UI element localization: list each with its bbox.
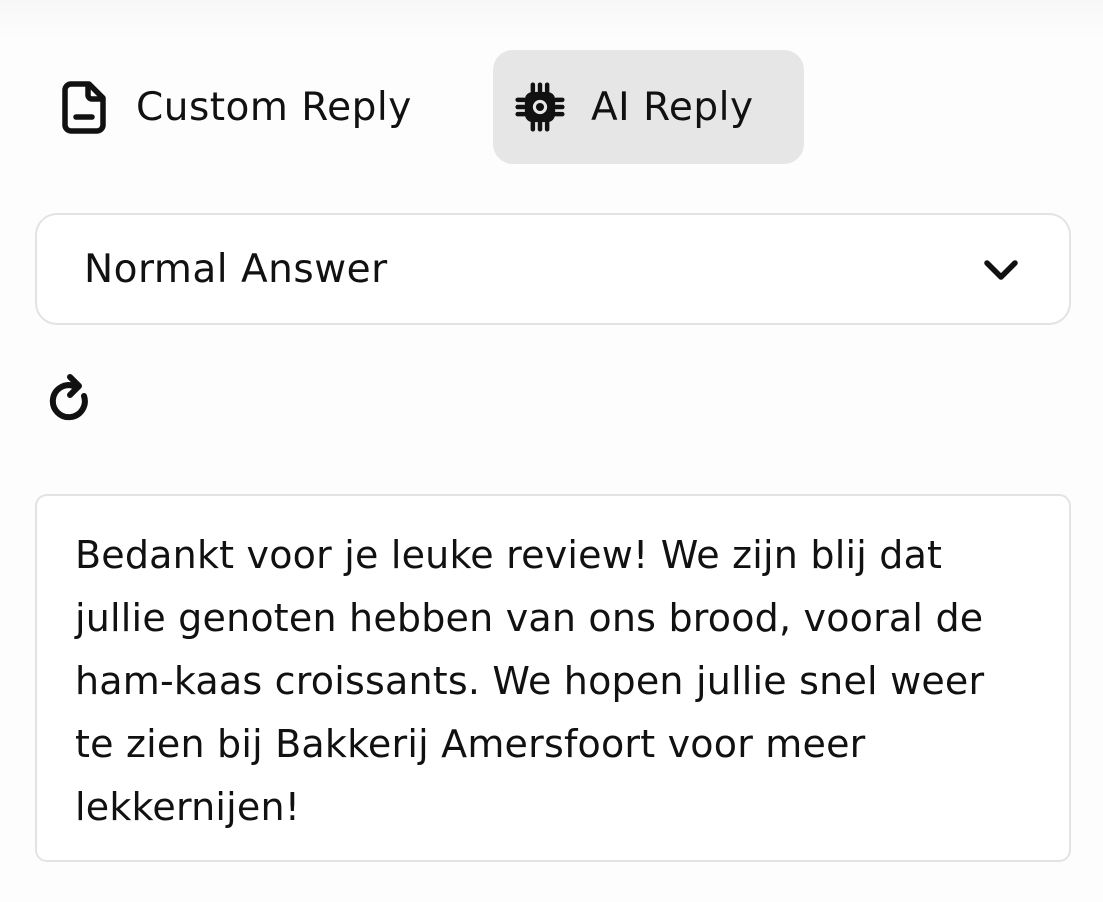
tab-custom-reply-label: Custom Reply [136, 84, 412, 130]
reply-textarea[interactable]: Bedankt voor je leuke review! We zijn bl… [35, 494, 1071, 862]
chevron-down-icon [984, 260, 1018, 280]
reply-text: Bedankt voor je leuke review! We zijn bl… [75, 533, 997, 829]
tab-custom-reply[interactable]: Custom Reply [40, 50, 460, 164]
tab-ai-reply[interactable]: AI Reply [493, 50, 804, 164]
tab-ai-reply-label: AI Reply [591, 84, 754, 130]
answer-type-select[interactable]: Normal Answer [35, 213, 1071, 325]
document-icon [60, 79, 110, 135]
answer-type-value: Normal Answer [84, 246, 388, 292]
refresh-icon[interactable] [46, 374, 96, 426]
reply-panel: Custom Reply AI Reply Normal Answer Beda… [0, 0, 1103, 902]
chip-icon [515, 79, 565, 135]
